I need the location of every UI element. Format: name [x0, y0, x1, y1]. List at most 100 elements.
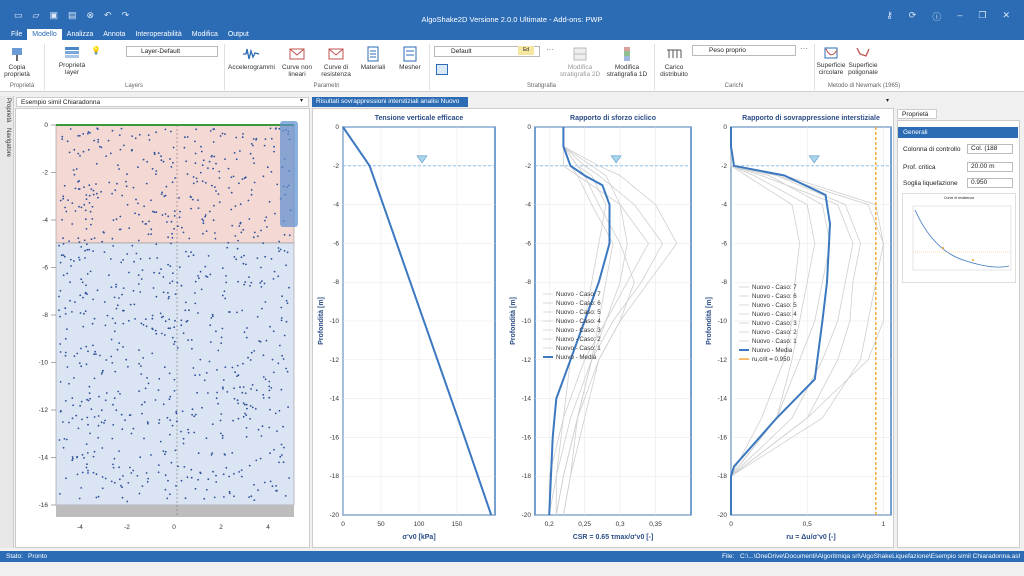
menu-analizza[interactable]: Analizza	[62, 29, 98, 40]
mesh-node	[59, 381, 62, 383]
menu-file[interactable]: File	[6, 29, 27, 40]
mesh-node	[253, 483, 255, 486]
menu-bar: File Modello Analizza Annota Interoperab…	[0, 29, 1024, 40]
mesh-node	[262, 354, 265, 357]
tab-results[interactable]: Risultati sovrappressioni interstiziali …	[312, 97, 468, 115]
results-panel-menu-icon[interactable]: ▾	[886, 97, 889, 104]
carichi-more-icon[interactable]: ···	[800, 44, 808, 53]
properties-section-header[interactable]: Generali	[898, 127, 1018, 138]
menu-modifica[interactable]: Modifica	[187, 29, 223, 40]
mesh-node	[196, 180, 199, 183]
carichi-select[interactable]: Peso proprio	[692, 45, 796, 56]
key-icon[interactable]: ⚷	[886, 10, 893, 23]
carico-distribuito-button[interactable]: Carico distribuito	[656, 46, 692, 78]
mesh-node	[244, 412, 246, 415]
legend-label: Nuovo - Media	[752, 347, 793, 354]
dock-navigatore-tab[interactable]: Navigatore	[5, 128, 11, 157]
mesh-node	[210, 454, 213, 456]
mesh-node	[108, 181, 111, 184]
prop-soglia-field[interactable]: 0.950	[967, 178, 1013, 188]
menu-modello[interactable]: Modello	[27, 29, 62, 40]
superficie-poligonale-button[interactable]: Superficie poligonale	[846, 44, 880, 76]
mesh-node	[155, 243, 158, 246]
mesh-node	[88, 248, 91, 251]
mesh-node	[69, 128, 72, 130]
legend-label: ru,crit = 0,950	[752, 356, 791, 363]
minimize-button[interactable]: –	[957, 10, 962, 23]
mesh-node	[136, 475, 139, 477]
model-panel-menu-icon[interactable]: ▾	[300, 97, 303, 104]
copia-proprieta-button[interactable]: Copia proprietà	[2, 46, 32, 78]
layer-bulb-icon[interactable]: 💡	[91, 46, 101, 55]
mesh-node	[172, 146, 175, 149]
stratigrafia-edit-icon[interactable]: Ed	[518, 46, 534, 55]
x-tick-label: 4	[266, 524, 270, 531]
mesh-node	[168, 372, 171, 375]
mesh-node	[132, 186, 135, 189]
tab-properties[interactable]: Proprietà	[897, 109, 937, 119]
mesh-node	[192, 254, 195, 257]
superficie-circolare-button[interactable]: Superficie circolare	[816, 44, 846, 76]
mesh-node	[158, 419, 161, 421]
tab-model-view[interactable]: Esempio simil Chiaradonna	[16, 97, 309, 107]
modifica-1d-button[interactable]: Modifica stratigrafia 1D	[604, 46, 650, 78]
prop-colonna-field[interactable]: Col. (188	[967, 144, 1013, 154]
mesh-node	[194, 413, 197, 416]
layer-view-icon[interactable]	[436, 64, 448, 75]
mesh-node	[113, 296, 116, 299]
maximize-button[interactable]: ❐	[978, 10, 986, 23]
mesh-node	[265, 339, 268, 342]
mesh-node	[250, 281, 253, 284]
refresh-icon[interactable]: ⟳	[909, 10, 917, 23]
mesh-node	[164, 128, 167, 131]
mesh-node	[232, 175, 235, 178]
mesh-node	[196, 391, 199, 394]
mesh-node	[111, 437, 114, 440]
mesh-node	[68, 421, 70, 424]
y-tick-label: -14	[39, 455, 49, 462]
materiali-button[interactable]: Materiali	[358, 46, 388, 71]
mesh-node	[223, 496, 225, 498]
dock-proprieta-tab[interactable]: Proprietà	[5, 98, 11, 122]
modifica-2d-button[interactable]: Modifica stratigrafia 2D	[558, 46, 602, 78]
mesh-node	[121, 194, 124, 197]
mesh-node	[59, 351, 62, 353]
menu-interoperabilita[interactable]: Interoperabilità	[130, 29, 186, 40]
prop-profondita-field[interactable]: 20.00 m	[967, 162, 1013, 172]
control-column-highlight	[280, 121, 298, 227]
mesh-node	[145, 223, 148, 225]
layer-select[interactable]: Layer-Default	[126, 46, 218, 57]
mesh-node	[158, 422, 160, 424]
mesh-node	[157, 389, 160, 391]
more-options-icon[interactable]: ···	[546, 45, 554, 54]
mesh-node	[155, 211, 158, 213]
curve-resistenza-button[interactable]: Curve di resistenza	[318, 46, 354, 78]
legend-label: Nuovo - Caso: 6	[752, 293, 797, 300]
curve-non-lineari-button[interactable]: Curve non lineari	[280, 46, 314, 78]
menu-output[interactable]: Output	[223, 29, 254, 40]
accelerogrammi-button[interactable]: Accelerogrammi	[228, 46, 275, 71]
mesh-node	[62, 197, 65, 200]
mesh-node	[170, 242, 172, 245]
mesh-node	[62, 446, 65, 449]
mesh-node	[227, 167, 230, 170]
menu-annota[interactable]: Annota	[98, 29, 130, 40]
mesh-node	[200, 288, 203, 291]
model-canvas[interactable]: 0 -2 -4 -6 -8 -10 -12 -14 -16 -4 -2 0 2 4	[15, 108, 310, 548]
close-button[interactable]: ✕	[1002, 10, 1010, 23]
resistance-curve-thumbnail[interactable]: Curve di resistenza	[902, 193, 1016, 283]
mesh-node	[160, 268, 162, 270]
info-icon[interactable]: ⓘ	[932, 10, 941, 23]
mesh-node	[129, 303, 132, 306]
mesh-node	[216, 391, 219, 394]
mesher-button[interactable]: Mesher	[395, 46, 425, 71]
proprieta-layer-button[interactable]: Proprietà layer	[56, 44, 88, 76]
mesh-node	[132, 289, 135, 292]
mesh-node	[167, 236, 170, 239]
mesh-node	[185, 320, 188, 323]
mesh-node	[86, 273, 89, 275]
mesh-node	[80, 347, 82, 350]
mesh-node	[268, 396, 271, 399]
mesh-node	[176, 281, 179, 284]
mesh-node	[275, 127, 277, 129]
